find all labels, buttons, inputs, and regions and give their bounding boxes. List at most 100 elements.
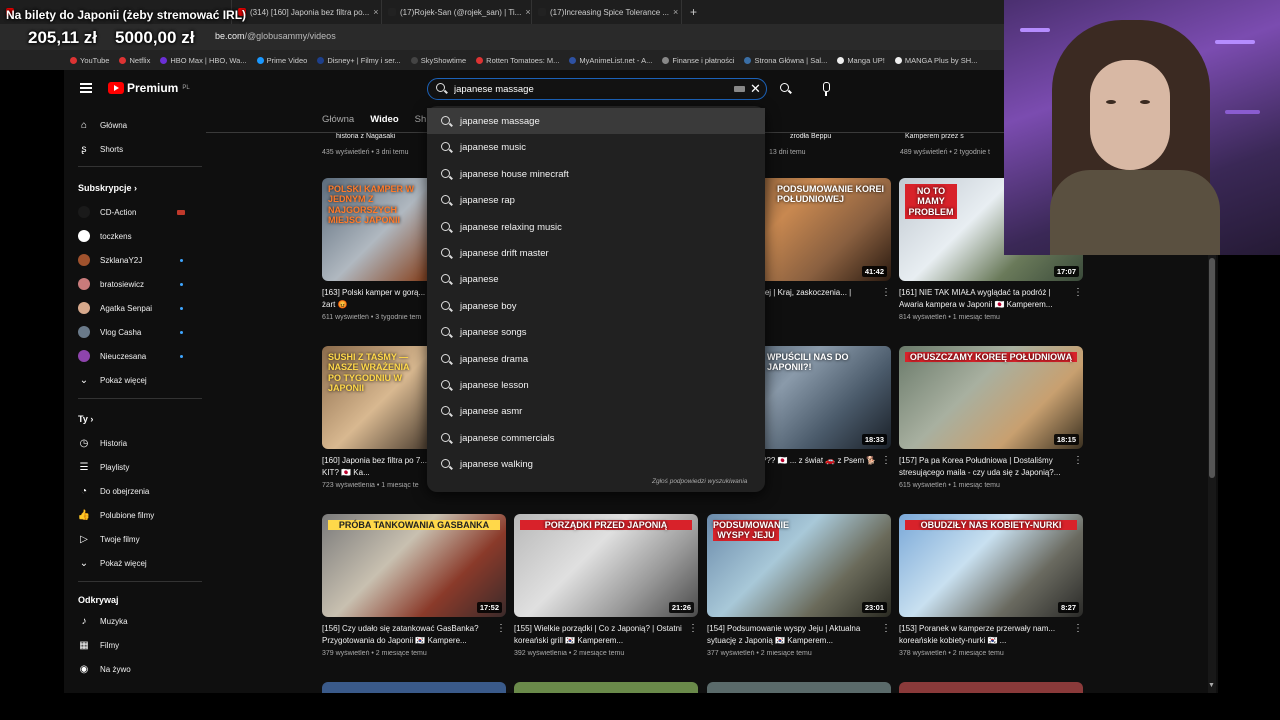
- sidebar-item-liked[interactable]: 👍 Polubione filmy: [78, 505, 154, 525]
- search-suggestion[interactable]: japanese asmr: [427, 398, 765, 424]
- scroll-down-arrow-icon[interactable]: ▼: [1208, 682, 1215, 689]
- more-options-icon[interactable]: ⋮: [1073, 623, 1083, 634]
- voice-search-button[interactable]: [814, 78, 838, 100]
- search-suggestion[interactable]: japanese relaxing music: [427, 214, 765, 240]
- search-suggestion[interactable]: japanese walking: [427, 451, 765, 477]
- search-suggestion[interactable]: japanese boy: [427, 293, 765, 319]
- video-title[interactable]: [157] Pa pa Korea Południowa | Dostaliśm…: [899, 455, 1083, 479]
- search-input[interactable]: [454, 83, 724, 96]
- menu-icon[interactable]: [80, 83, 92, 93]
- sidebar-item-music[interactable]: ♪ Muzyka: [78, 611, 128, 631]
- sidebar-item-subscription[interactable]: CD-Action: [78, 202, 136, 222]
- tab-videos[interactable]: Wideo: [370, 114, 398, 125]
- bookmark-item[interactable]: Strona Główna | Sal...: [744, 56, 827, 65]
- subscriptions-header[interactable]: Subskrypcje ›: [78, 183, 137, 193]
- video-title[interactable]: historia z Nagasaki: [336, 133, 428, 140]
- search-suggestion[interactable]: japanese massage: [427, 108, 765, 134]
- video-title[interactable]: [161] NIE TAK MIAŁA wyglądać ta podróż |…: [899, 287, 1083, 311]
- clear-search-icon[interactable]: ✕: [750, 81, 761, 97]
- more-options-icon[interactable]: ⋮: [1073, 455, 1083, 466]
- sidebar-item-history[interactable]: ◷ Historia: [78, 433, 128, 453]
- close-tab-icon[interactable]: ×: [525, 7, 530, 17]
- sidebar-item-shorts[interactable]: ʂ Shorts: [78, 139, 124, 159]
- bookmark-item[interactable]: Manga UP!: [837, 56, 885, 65]
- sidebar-item-your-videos[interactable]: ▷ Twoje filmy: [78, 529, 139, 549]
- bookmark-item[interactable]: YouTube: [70, 56, 109, 65]
- you-header[interactable]: Ty ›: [78, 414, 93, 424]
- sidebar-item-playlists[interactable]: ☰ Playlisty: [78, 457, 130, 477]
- video-card[interactable]: OPUSZCZAMY KOREĘ POŁUDNIOWĄ 18:15 [157] P…: [899, 346, 1083, 489]
- search-suggestion[interactable]: japanese drama: [427, 346, 765, 372]
- video-thumbnail[interactable]: [707, 682, 891, 693]
- close-tab-icon[interactable]: ×: [373, 7, 378, 17]
- video-thumbnail[interactable]: OBUDZIŁY NAS KOBIETY-NURKI 8:27: [899, 514, 1083, 617]
- more-options-icon[interactable]: ⋮: [1073, 287, 1083, 298]
- video-thumbnail[interactable]: PODSUMOWANIE WYSPY JEJU 23:01: [707, 514, 891, 617]
- search-suggestion[interactable]: japanese rap: [427, 187, 765, 213]
- search-button[interactable]: [770, 78, 802, 100]
- search-suggestion[interactable]: japanese drift master: [427, 240, 765, 266]
- bookmark-item[interactable]: Netflix: [119, 56, 150, 65]
- bookmark-item[interactable]: HBO Max | HBO, Wa...: [160, 56, 247, 65]
- sidebar-show-more[interactable]: ⌄ Pokaż więcej: [78, 553, 147, 573]
- sidebar-item-subscription[interactable]: Vlog Casha: [78, 322, 141, 342]
- video-card[interactable]: PORZĄDKI PRZED JAPONIĄ 21:26 [155] Wielki…: [514, 514, 698, 657]
- sidebar-item-home[interactable]: ⌂ Główna: [78, 115, 127, 135]
- close-tab-icon[interactable]: ×: [673, 7, 678, 17]
- more-options-icon[interactable]: ⋮: [881, 623, 891, 634]
- url-text[interactable]: be.com/@globusammy/videos: [215, 31, 336, 41]
- search-suggestion[interactable]: japanese lesson: [427, 372, 765, 398]
- browser-tab[interactable]: (314) [160] Japonia bez filtra po... ×: [232, 0, 382, 24]
- video-title[interactable]: [155] Wielkie porządki | Co z Japonią? |…: [514, 623, 698, 647]
- video-thumbnail[interactable]: [322, 682, 506, 693]
- bookmark-item[interactable]: Prime Video: [256, 56, 307, 65]
- tab-shorts[interactable]: Sh: [415, 114, 427, 125]
- sidebar-item-subscription[interactable]: SzklanaY2J: [78, 250, 142, 270]
- sidebar-item-subscription[interactable]: bratosiewicz: [78, 274, 144, 294]
- browser-tab[interactable]: (17)Increasing Spice Tolerance ... ×: [532, 0, 682, 24]
- video-thumbnail[interactable]: PRÓBA TANKOWANIA GASBANKA 17:52: [322, 514, 506, 617]
- sidebar-item-subscription[interactable]: Agatka Senpai: [78, 298, 152, 318]
- video-title[interactable]: Kamperem przez s: [905, 133, 1005, 140]
- more-options-icon[interactable]: ⋮: [881, 455, 891, 466]
- more-options-icon[interactable]: ⋮: [688, 623, 698, 634]
- more-options-icon[interactable]: ⋮: [881, 287, 891, 298]
- video-thumbnail[interactable]: PORZĄDKI PRZED JAPONIĄ 21:26: [514, 514, 698, 617]
- search-suggestion[interactable]: japanese: [427, 266, 765, 292]
- bookmark-item[interactable]: SkyShowtime: [410, 56, 466, 65]
- bookmark-item[interactable]: Finanse i płatności: [662, 56, 734, 65]
- video-title[interactable]: zrodła Beppu: [790, 133, 880, 140]
- scrollbar-thumb[interactable]: [1209, 258, 1215, 478]
- browser-tab[interactable]: (17)Rojek-San (@rojek_san) | Ti... ×: [382, 0, 532, 24]
- video-thumbnail[interactable]: OPUSZCZAMY KOREĘ POŁUDNIOWĄ 18:15: [899, 346, 1083, 449]
- video-card[interactable]: OBUDZIŁY NAS KOBIETY-NURKI 8:27 [153] Por…: [899, 514, 1083, 657]
- keyboard-icon[interactable]: [734, 86, 745, 92]
- video-card[interactable]: PRÓBA TANKOWANIA GASBANKA 17:52 [156] Czy…: [322, 514, 506, 657]
- sidebar-item-subscription[interactable]: Nieuczesana: [78, 346, 146, 366]
- search-suggestion[interactable]: japanese commercials: [427, 425, 765, 451]
- bookmark-item[interactable]: MANGA Plus by SH...: [894, 56, 977, 65]
- video-title[interactable]: [154] Podsumowanie wyspy Jeju | Aktualna…: [707, 623, 891, 647]
- bookmark-item[interactable]: Disney+ | Filmy i ser...: [317, 56, 401, 65]
- video-card[interactable]: PODSUMOWANIE WYSPY JEJU 23:01 [154] Podsu…: [707, 514, 891, 657]
- new-tab-button[interactable]: +: [682, 5, 705, 19]
- sidebar-item-live[interactable]: ◉ Na żywo: [78, 659, 131, 679]
- youtube-premium-logo[interactable]: Premium PL: [108, 81, 190, 95]
- chevron-down-icon: ⌄: [79, 374, 89, 386]
- search-suggestion[interactable]: japanese music: [427, 134, 765, 160]
- tab-home[interactable]: Główna: [322, 114, 354, 125]
- more-options-icon[interactable]: ⋮: [496, 623, 506, 634]
- sidebar-item-watch-later[interactable]: ◔ Do obejrzenia: [78, 481, 149, 501]
- video-thumbnail[interactable]: [899, 682, 1083, 693]
- sidebar-show-more[interactable]: ⌄ Pokaż więcej: [78, 370, 147, 390]
- report-suggestions-link[interactable]: Zgłoś podpowiedzi wyszukiwania: [652, 478, 747, 485]
- sidebar-item-subscription[interactable]: toczkens: [78, 226, 132, 246]
- sidebar-item-movies[interactable]: ▦ Filmy: [78, 635, 119, 655]
- search-suggestion[interactable]: japanese house minecraft: [427, 161, 765, 187]
- search-suggestion[interactable]: japanese songs: [427, 319, 765, 345]
- bookmark-item[interactable]: Rotten Tomatoes: M...: [476, 56, 559, 65]
- video-title[interactable]: [156] Czy udało się zatankować GasBanka?…: [322, 623, 506, 647]
- video-thumbnail[interactable]: [514, 682, 698, 693]
- bookmark-item[interactable]: MyAnimeList.net - A...: [569, 56, 652, 65]
- video-title[interactable]: [153] Poranek w kamperze przerwały nam..…: [899, 623, 1083, 647]
